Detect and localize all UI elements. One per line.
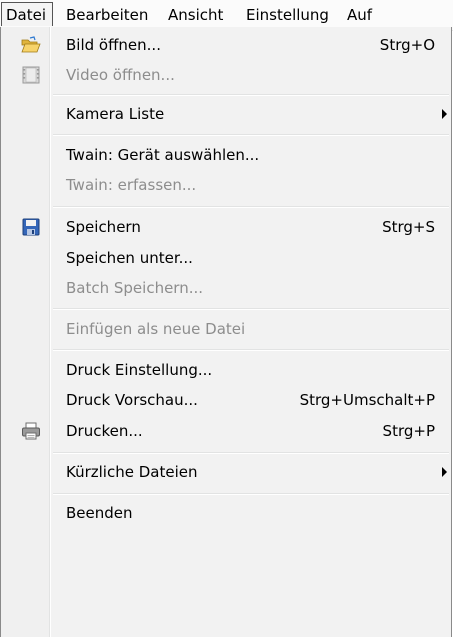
- menu-item-open-image[interactable]: Bild öffnen... Strg+O: [1, 30, 451, 60]
- print-preview-shortcut: Strg+Umschalt+P: [299, 391, 435, 409]
- recent-files-label: Kürzliche Dateien: [66, 463, 198, 481]
- print-shortcut: Strg+P: [382, 422, 435, 440]
- menu-item-twain-select[interactable]: Twain: Gerät auswählen...: [1, 140, 451, 170]
- twain-capture-label: Twain: erfassen...: [66, 176, 197, 194]
- submenu-arrow-icon: [442, 467, 447, 477]
- menu-einstellung[interactable]: Einstellung: [246, 0, 329, 30]
- menu-bearbeiten[interactable]: Bearbeiten: [66, 0, 148, 30]
- open-image-label: Bild öffnen...: [66, 36, 161, 54]
- menu-item-recent-files[interactable]: Kürzliche Dateien: [1, 457, 451, 487]
- twain-select-label: Twain: Gerät auswählen...: [66, 146, 260, 164]
- menu-item-print[interactable]: Drucken... Strg+P: [1, 416, 451, 446]
- save-disk-icon: [22, 218, 40, 236]
- menu-datei[interactable]: Datei: [1, 2, 54, 26]
- menu-item-paste-new-file[interactable]: Einfügen als neue Datei: [1, 314, 451, 344]
- menu-separator: [53, 206, 449, 208]
- menu-separator: [53, 134, 449, 136]
- save-as-label: Speichen unter...: [66, 249, 193, 267]
- menu-item-batch-save[interactable]: Batch Speichern...: [1, 273, 451, 303]
- submenu-arrow-icon: [442, 109, 447, 119]
- print-setup-label: Druck Einstellung...: [66, 361, 213, 379]
- menu-separator: [53, 308, 449, 310]
- menu-separator: [53, 452, 449, 454]
- batch-save-label: Batch Speichern...: [66, 279, 204, 297]
- menu-item-save[interactable]: Speichern Strg+S: [1, 212, 451, 242]
- menu-ansicht[interactable]: Ansicht: [168, 0, 223, 30]
- print-label: Drucken...: [66, 422, 143, 440]
- menu-item-print-setup[interactable]: Druck Einstellung...: [1, 355, 451, 385]
- menu-item-print-preview[interactable]: Druck Vorschau... Strg+Umschalt+P: [1, 385, 451, 415]
- open-image-shortcut: Strg+O: [379, 36, 435, 54]
- film-icon: [22, 66, 40, 84]
- menu-separator: [53, 94, 449, 96]
- paste-new-file-label: Einfügen als neue Datei: [66, 320, 246, 338]
- menu-item-exit[interactable]: Beenden: [1, 498, 451, 528]
- menu-auf[interactable]: Auf: [347, 0, 372, 30]
- menu-item-open-video[interactable]: Video öffnen...: [1, 60, 451, 90]
- menu-item-camera-list[interactable]: Kamera Liste: [1, 99, 451, 129]
- menu-separator: [53, 493, 449, 495]
- datei-dropdown-menu: Bild öffnen... Strg+O Video öffnen... Ka…: [0, 27, 452, 637]
- exit-label: Beenden: [66, 504, 133, 522]
- menu-separator: [53, 349, 449, 351]
- menu-item-twain-capture[interactable]: Twain: erfassen...: [1, 170, 451, 200]
- save-label: Speichern: [66, 218, 141, 236]
- menu-item-save-as[interactable]: Speichen unter...: [1, 243, 451, 273]
- camera-list-label: Kamera Liste: [66, 105, 165, 123]
- open-video-label: Video öffnen...: [66, 66, 175, 84]
- save-shortcut: Strg+S: [382, 218, 435, 236]
- open-folder-icon: [21, 36, 41, 53]
- printer-icon: [22, 422, 40, 440]
- print-preview-label: Druck Vorschau...: [66, 391, 198, 409]
